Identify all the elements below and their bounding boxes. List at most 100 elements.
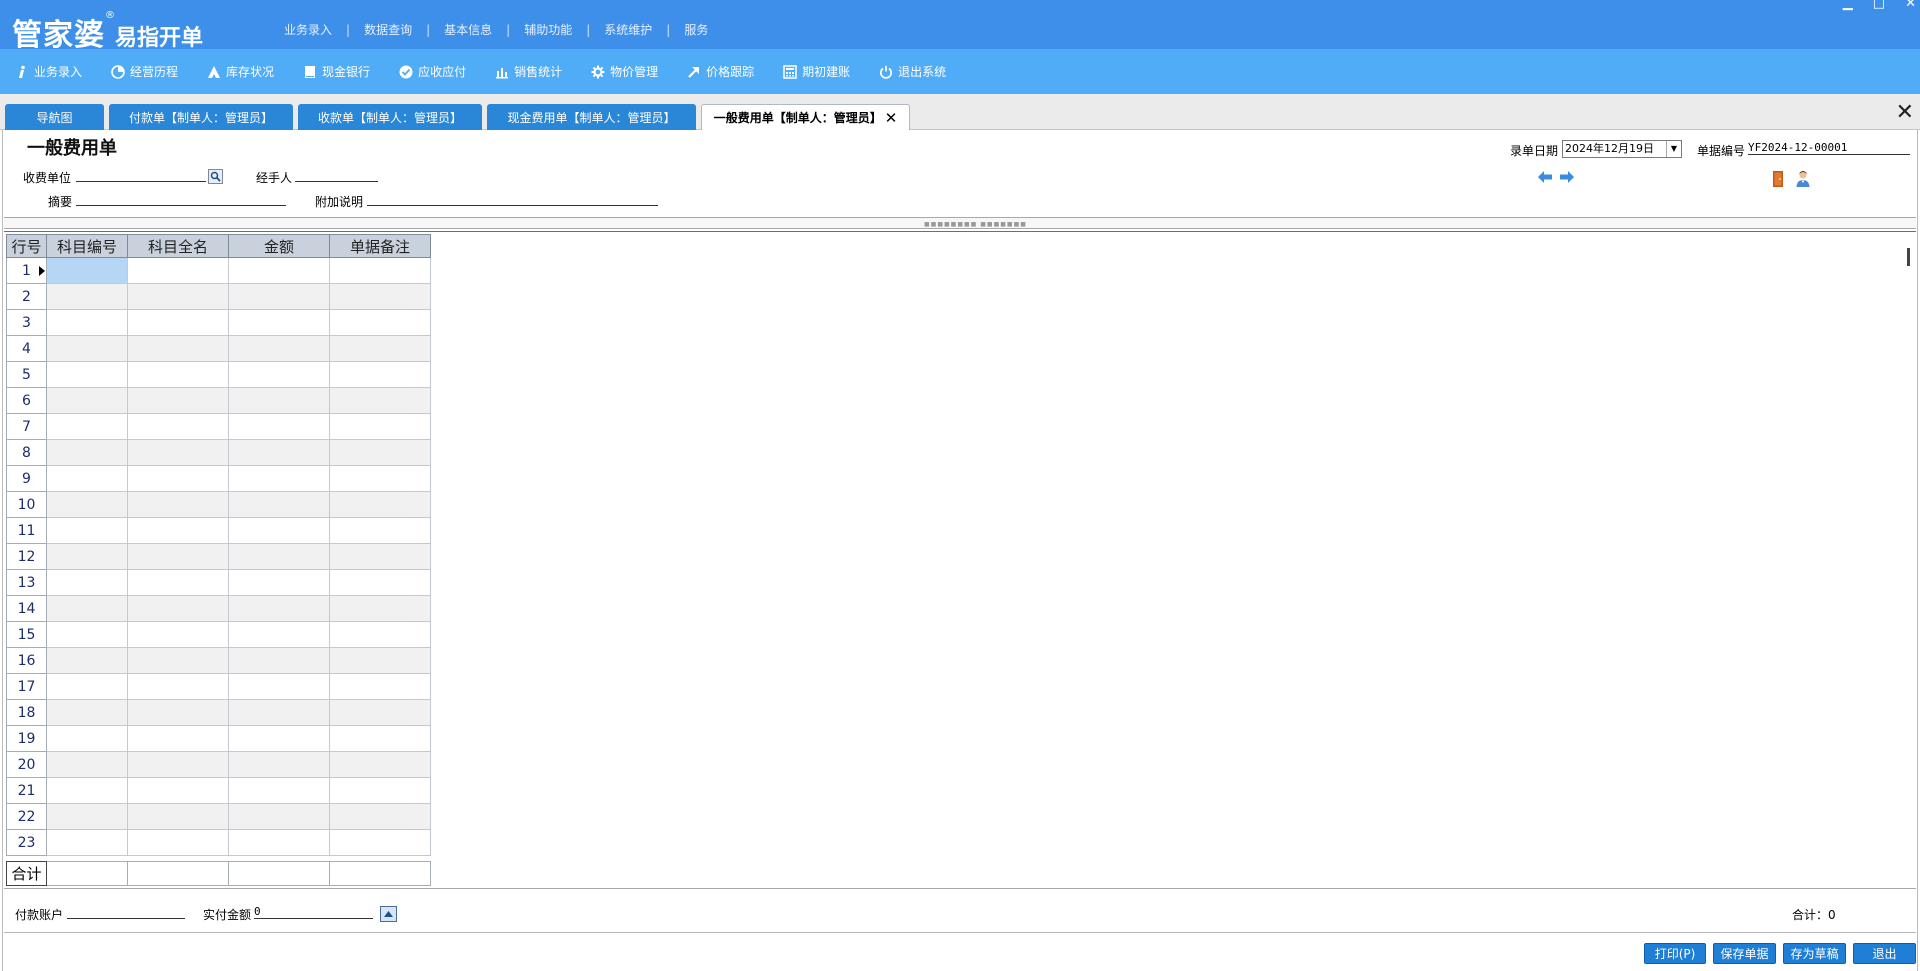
toolbar-sales-stats[interactable]: 销售统计 [494,63,562,80]
account-code-cell[interactable] [46,777,128,804]
remark-cell[interactable] [329,777,431,804]
table-row[interactable]: 22 [6,803,431,830]
note-input[interactable] [367,192,658,206]
remark-cell[interactable] [329,647,431,674]
account-name-cell[interactable] [127,439,229,466]
account-code-cell[interactable] [46,361,128,388]
amount-cell[interactable] [228,491,330,518]
toolbar-business-entry[interactable]: 业务录入 [14,63,82,80]
table-row[interactable]: 8 [6,439,431,466]
save-draft-button[interactable]: 存为草稿 [1783,943,1846,964]
account-input[interactable] [67,905,185,919]
account-name-cell[interactable] [127,699,229,726]
remark-cell[interactable] [329,673,431,700]
amount-cell[interactable] [228,725,330,752]
save-button[interactable]: 保存单据 [1713,943,1776,964]
account-name-cell[interactable] [127,751,229,778]
exit-button[interactable]: 退出 [1853,943,1916,964]
amount-cell[interactable] [228,465,330,492]
close-window-button[interactable]: ✕ [1905,0,1916,11]
remark-cell[interactable] [329,595,431,622]
account-name-cell[interactable] [127,803,229,830]
table-row[interactable]: 23 [6,829,431,856]
toolbar-price-track[interactable]: 价格跟踪 [686,63,754,80]
amount-cell[interactable] [228,309,330,336]
table-row[interactable]: 21 [6,777,431,804]
remark-cell[interactable] [329,803,431,830]
account-code-cell[interactable] [46,543,128,570]
paid-amount-expand-button[interactable] [380,906,397,922]
amount-cell[interactable] [228,647,330,674]
account-code-cell[interactable] [46,751,128,778]
table-row[interactable]: 19 [6,725,431,752]
account-name-cell[interactable] [127,361,229,388]
remark-cell[interactable] [329,361,431,388]
account-name-cell[interactable] [127,517,229,544]
amount-cell[interactable] [228,673,330,700]
table-row[interactable]: 1 [6,257,431,284]
column-header-remark[interactable]: 单据备注 [329,234,431,258]
remark-cell[interactable] [329,751,431,778]
summary-input[interactable] [76,192,286,206]
account-code-cell[interactable] [46,803,128,830]
remark-cell[interactable] [329,413,431,440]
toolbar-opening-accounts[interactable]: 期初建账 [782,63,850,80]
minimize-button[interactable]: ▁ [1843,0,1853,11]
remark-cell[interactable] [329,621,431,648]
account-code-cell[interactable] [46,387,128,414]
column-header-account-name[interactable]: 科目全名 [127,234,229,258]
table-row[interactable]: 15 [6,621,431,648]
account-code-cell[interactable] [46,309,128,336]
amount-cell[interactable] [228,803,330,830]
account-name-cell[interactable] [127,543,229,570]
amount-cell[interactable] [228,777,330,804]
account-code-cell[interactable] [46,283,128,310]
amount-cell[interactable] [228,751,330,778]
table-row[interactable]: 2 [6,283,431,310]
table-row[interactable]: 17 [6,673,431,700]
amount-cell[interactable] [228,283,330,310]
tab-payment-voucher[interactable]: 付款单【制单人：管理员】 [109,104,293,130]
chevron-down-icon[interactable]: ▼ [1666,141,1681,157]
amount-cell[interactable] [228,413,330,440]
toolbar-cash-bank[interactable]: 现金银行 [302,63,370,80]
table-row[interactable]: 5 [6,361,431,388]
remark-cell[interactable] [329,491,431,518]
amount-cell[interactable] [228,569,330,596]
account-name-cell[interactable] [127,595,229,622]
table-row[interactable]: 20 [6,751,431,778]
remark-cell[interactable] [329,829,431,856]
amount-cell[interactable] [228,699,330,726]
tab-navigation[interactable]: 导航图 [5,104,104,130]
account-code-cell[interactable] [46,621,128,648]
amount-cell[interactable] [228,361,330,388]
account-name-cell[interactable] [127,309,229,336]
account-name-cell[interactable] [127,491,229,518]
next-doc-button[interactable] [1559,170,1575,184]
top-menu-assist[interactable]: 辅助功能 [510,21,586,38]
table-row[interactable]: 9 [6,465,431,492]
account-name-cell[interactable] [127,335,229,362]
remark-cell[interactable] [329,439,431,466]
table-row[interactable]: 16 [6,647,431,674]
top-menu-service[interactable]: 服务 [670,21,722,38]
docno-input[interactable]: YF2024-12-00001 [1748,141,1910,155]
remark-cell[interactable] [329,283,431,310]
account-code-cell[interactable] [46,335,128,362]
remark-cell[interactable] [329,309,431,336]
account-name-cell[interactable] [127,725,229,752]
remark-cell[interactable] [329,569,431,596]
amount-cell[interactable] [228,595,330,622]
top-menu-data-query[interactable]: 数据查询 [350,21,426,38]
payee-search-button[interactable] [208,169,223,184]
amount-cell[interactable] [228,621,330,648]
table-row[interactable]: 13 [6,569,431,596]
account-name-cell[interactable] [127,413,229,440]
amount-cell[interactable] [228,439,330,466]
remark-cell[interactable] [329,257,431,284]
top-menu-business-entry[interactable]: 业务录入 [270,21,346,38]
amount-cell[interactable] [228,257,330,284]
column-header-amount[interactable]: 金额 [228,234,330,258]
door-button[interactable] [1770,170,1786,188]
date-select[interactable]: 2024年12月19日 ▼ [1562,140,1682,158]
